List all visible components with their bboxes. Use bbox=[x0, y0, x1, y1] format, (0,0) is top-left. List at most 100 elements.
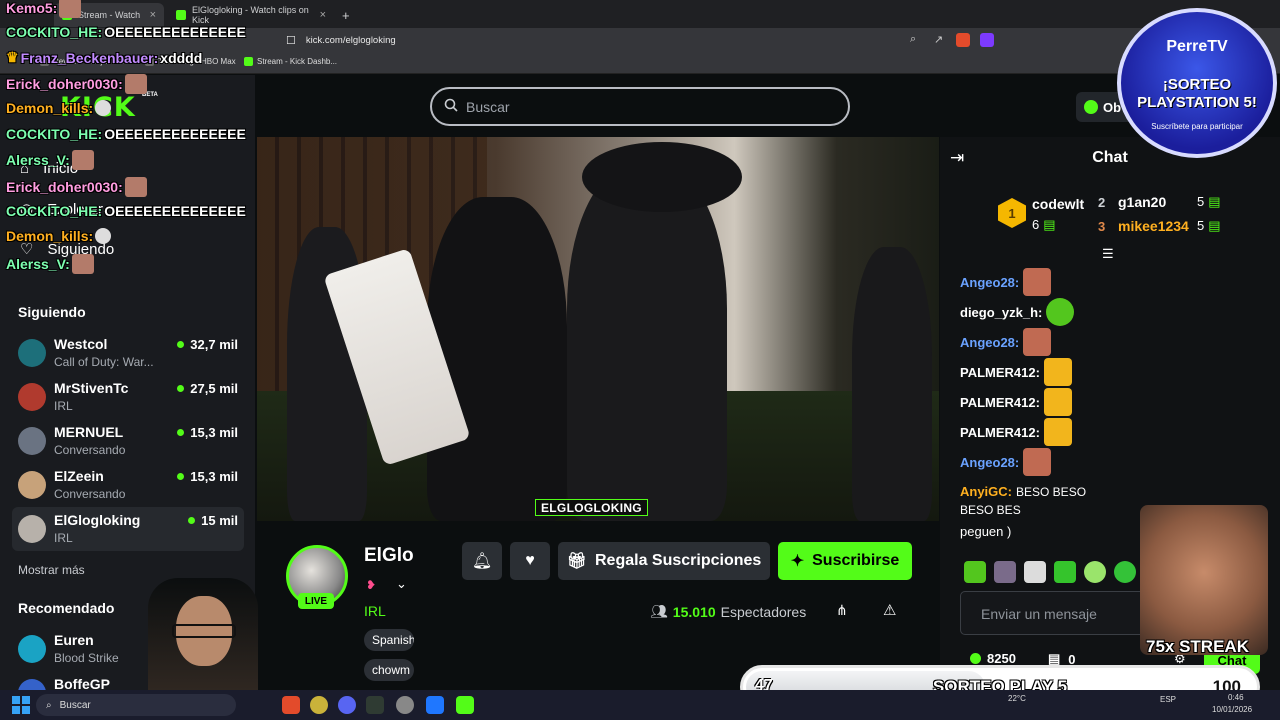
kick-taskbar-icon[interactable] bbox=[456, 696, 474, 714]
chat-username[interactable]: PALMER412: bbox=[960, 425, 1040, 440]
share-icon[interactable]: ⋔ bbox=[836, 602, 848, 619]
taskbar-search[interactable]: ⌕ Buscar bbox=[36, 694, 236, 716]
chat-input[interactable]: Enviar un mensaje bbox=[960, 591, 1160, 635]
bookmark-icon[interactable]: ☐ bbox=[286, 34, 296, 47]
chat-message: diego_yzk_h: bbox=[960, 298, 1075, 326]
chat-message: Angeo28: bbox=[960, 328, 1052, 356]
gift-subs-button[interactable]: 🎁︎ Regala Suscripciones bbox=[558, 542, 770, 580]
viewer-count: 15,3 mil bbox=[177, 425, 238, 440]
emote-icon[interactable] bbox=[1084, 561, 1106, 583]
skull-emote-icon bbox=[95, 228, 112, 244]
sidebar-channel-mrstiventc[interactable]: MrStivenTc IRL 27,5 mil bbox=[12, 375, 244, 419]
clock-date[interactable]: 10/01/2026 bbox=[1212, 705, 1252, 714]
bookmark-item[interactable]: Stream - Kick Dashb... bbox=[244, 57, 337, 66]
emote-icon bbox=[59, 0, 82, 18]
obs-taskbar-icon[interactable] bbox=[396, 696, 414, 714]
emote-icon bbox=[1046, 298, 1075, 326]
avatar bbox=[18, 635, 46, 663]
app-taskbar-icon[interactable] bbox=[426, 696, 444, 714]
stream-category[interactable]: IRL bbox=[364, 603, 386, 619]
viewer-count: 27,5 mil bbox=[177, 381, 238, 396]
brave-taskbar-icon[interactable] bbox=[282, 696, 300, 714]
rank-3-badge: 3 bbox=[1098, 219, 1106, 234]
channel-name: MERNUEL bbox=[54, 424, 124, 440]
subscribe-button[interactable]: ✦ Suscribirse bbox=[778, 542, 912, 580]
chat-username[interactable]: Angeo28: bbox=[960, 275, 1019, 290]
windows-start-icon[interactable] bbox=[12, 696, 30, 714]
chat-text-wrap: peguen ) bbox=[960, 524, 1012, 539]
badge-title: ¡SORTEO PLAYSTATION 5! bbox=[1137, 76, 1257, 111]
show-more-link[interactable]: Mostrar más bbox=[18, 563, 85, 577]
leaderboard-name[interactable]: codewlt bbox=[1032, 196, 1084, 212]
video-watermark: ELGLOGLOKING bbox=[535, 499, 648, 516]
notifications-button[interactable]: 🔔︎ bbox=[462, 542, 502, 580]
emote-icon[interactable] bbox=[994, 561, 1016, 583]
stream-tag[interactable]: Spanish bbox=[364, 629, 414, 651]
chat-message: Angeo28: bbox=[960, 268, 1052, 296]
report-icon[interactable]: ⚠ bbox=[883, 601, 896, 619]
new-tab-button[interactable]: + bbox=[334, 3, 354, 27]
leaderboard-name[interactable]: g1an20 bbox=[1118, 194, 1166, 210]
chat-username[interactable]: Angeo28: bbox=[960, 455, 1019, 470]
sidebar-channel-mernuel[interactable]: MERNUEL Conversando 15,3 mil bbox=[12, 419, 244, 463]
app-taskbar-icon[interactable] bbox=[310, 696, 328, 714]
chat-text-wrap: BESO BES bbox=[960, 503, 1021, 517]
sidebar-channel-westcol[interactable]: Westcol Call of Duty: War... 32,7 mil bbox=[12, 331, 244, 375]
weather-widget[interactable]: 22°C bbox=[1008, 694, 1026, 703]
heart-badge-icon: ❥ bbox=[366, 578, 377, 592]
emote-icon[interactable] bbox=[964, 561, 986, 583]
rewards-icon[interactable] bbox=[980, 33, 994, 47]
video-figure bbox=[427, 197, 567, 521]
streamer-name[interactable]: ElGlo bbox=[364, 545, 416, 567]
viewer-label: Espectadores bbox=[720, 603, 807, 620]
glasses-shape bbox=[172, 624, 236, 638]
badge-subtitle: Suscríbete para participar bbox=[1151, 122, 1243, 131]
channel-name: Euren bbox=[54, 632, 94, 648]
tab-label: ElGlogloking - Watch clips on Kick bbox=[192, 5, 309, 25]
language-indicator[interactable]: ESP bbox=[1160, 695, 1176, 704]
chat-message: PALMER412: bbox=[960, 358, 1072, 386]
address-bar[interactable]: ☐ kick.com/elglogloking bbox=[278, 31, 998, 49]
overlay-chat-line: Erick_doher0030: bbox=[6, 177, 147, 197]
expand-leaderboard-icon[interactable]: ☰ bbox=[1102, 246, 1114, 262]
channel-category: Blood Strike bbox=[54, 651, 119, 665]
chat-message: PALMER412: bbox=[960, 418, 1072, 446]
sombrero-shape bbox=[582, 142, 742, 212]
chat-username[interactable]: diego_yzk_h: bbox=[960, 305, 1042, 320]
discord-taskbar-icon[interactable] bbox=[338, 696, 356, 714]
brave-shield-icon[interactable] bbox=[956, 33, 970, 47]
sidebar-channel-elglogloking[interactable]: ElGlogloking IRL 15 mil bbox=[12, 507, 244, 551]
gift-icon: 🎁︎ bbox=[566, 553, 587, 570]
live-dot-icon bbox=[188, 517, 196, 524]
chat-username[interactable]: Angeo28: bbox=[960, 335, 1019, 350]
emote-icon[interactable] bbox=[1024, 561, 1046, 583]
chevron-down-icon[interactable]: ⌄ bbox=[396, 576, 407, 592]
share-icon[interactable]: ↗ bbox=[934, 33, 943, 46]
viewer-count: 15 mil bbox=[188, 513, 238, 528]
close-tab-icon[interactable]: × bbox=[320, 9, 326, 21]
sidebar-channel-elzeein[interactable]: ElZeein Conversando 15,3 mil bbox=[12, 463, 244, 507]
kick-points[interactable]: 8250 bbox=[970, 651, 1016, 666]
emote-icon[interactable] bbox=[1114, 561, 1136, 583]
clock-time[interactable]: 0:46 bbox=[1228, 693, 1244, 702]
close-tab-icon[interactable]: × bbox=[150, 9, 156, 21]
chat-username[interactable]: AnyiGC: bbox=[960, 484, 1012, 499]
avatar bbox=[18, 383, 46, 411]
app-taskbar-icon[interactable] bbox=[366, 696, 384, 714]
collapse-chat-icon[interactable]: ⇥ bbox=[950, 148, 964, 168]
video-player[interactable] bbox=[257, 137, 939, 521]
search-input[interactable]: Buscar bbox=[430, 87, 850, 126]
overlay-chat-line: Erick_doher0030: bbox=[6, 74, 147, 94]
follow-button[interactable]: ♥ bbox=[510, 542, 550, 580]
chat-username[interactable]: PALMER412: bbox=[960, 365, 1040, 380]
chat-message: Angeo28: bbox=[960, 448, 1052, 476]
emote-icon bbox=[1043, 418, 1072, 446]
avatar bbox=[18, 679, 46, 690]
stream-tag[interactable]: chowm bbox=[364, 659, 414, 681]
overlay-chat-line: Kemo5: bbox=[6, 0, 82, 18]
emote-icon[interactable] bbox=[1054, 561, 1076, 583]
channel-category: IRL bbox=[54, 531, 73, 545]
leaderboard-name[interactable]: mikee1234 bbox=[1118, 218, 1189, 234]
chat-username[interactable]: PALMER412: bbox=[960, 395, 1040, 410]
zoom-icon[interactable]: ⌕ bbox=[910, 33, 916, 46]
